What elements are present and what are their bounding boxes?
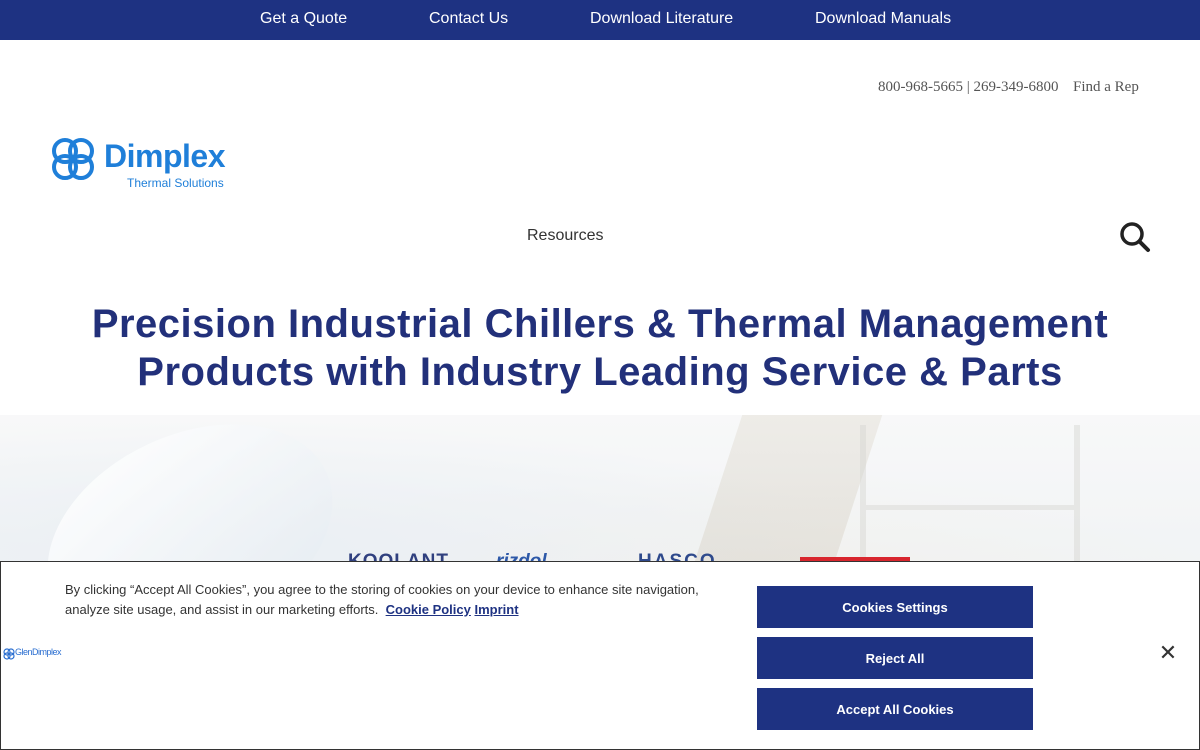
contact-us-link[interactable]: Contact Us xyxy=(429,10,508,28)
cookie-policy-link[interactable]: Cookie Policy xyxy=(386,602,471,617)
hero-headline: Precision Industrial Chillers & Thermal … xyxy=(60,300,1140,396)
hero-headline-line-1: Precision Industrial Chillers & Thermal … xyxy=(91,302,1109,346)
logo-tagline: Thermal Solutions xyxy=(127,176,224,190)
cookie-message: By clicking “Accept All Cookies”, you ag… xyxy=(65,580,725,620)
hero-headline-line-2: Products with Industry Leading Service &… xyxy=(137,350,1063,394)
top-utility-bar: Get a Quote Contact Us Download Literatu… xyxy=(0,0,1200,40)
cookie-banner: GlenDimplex By clicking “Accept All Cook… xyxy=(0,561,1200,750)
search-icon[interactable] xyxy=(1118,220,1152,254)
glendimplex-logo: GlenDimplex xyxy=(3,646,67,666)
download-manuals-link[interactable]: Download Manuals xyxy=(815,10,951,28)
dimplex-knot-icon xyxy=(52,138,94,180)
close-icon[interactable]: ✕ xyxy=(1157,642,1179,664)
imprint-link[interactable]: Imprint xyxy=(474,602,518,617)
phone-2-link[interactable]: 269-349-6800 xyxy=(974,79,1059,95)
glendimplex-knot-icon xyxy=(3,648,15,660)
nav-resources[interactable]: Resources xyxy=(527,227,603,245)
dimplex-logo[interactable]: Dimplex Thermal Solutions xyxy=(48,134,238,194)
find-a-rep-link[interactable]: Find a Rep xyxy=(1073,79,1139,95)
accept-all-cookies-button[interactable]: Accept All Cookies xyxy=(757,688,1033,730)
phone-separator: | xyxy=(966,79,970,95)
logo-wordmark: Dimplex xyxy=(104,138,225,174)
reject-all-button[interactable]: Reject All xyxy=(757,637,1033,679)
header-contact: 800-968-5665 | 269-349-6800 xyxy=(878,79,1059,96)
glendimplex-wordmark: GlenDimplex xyxy=(15,647,62,657)
cookie-message-text: By clicking “Accept All Cookies”, you ag… xyxy=(65,582,699,617)
get-a-quote-link[interactable]: Get a Quote xyxy=(260,10,347,28)
download-literature-link[interactable]: Download Literature xyxy=(590,10,733,28)
phone-1-link[interactable]: 800-968-5665 xyxy=(878,79,963,95)
cookies-settings-button[interactable]: Cookies Settings xyxy=(757,586,1033,628)
